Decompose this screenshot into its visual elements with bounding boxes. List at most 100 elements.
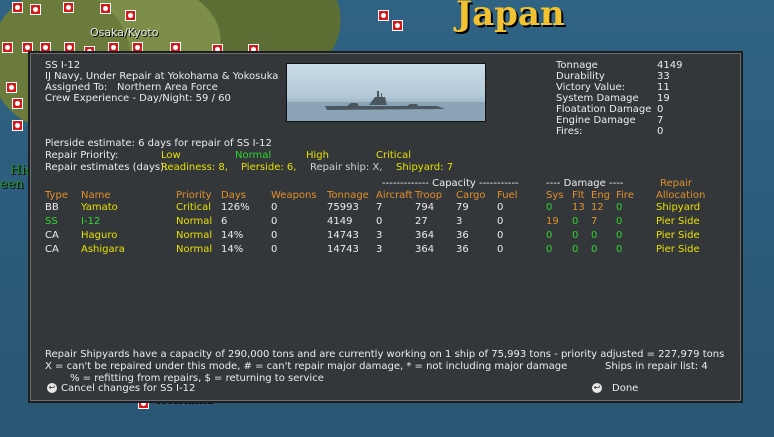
col-fuel[interactable]: Fuel — [497, 190, 517, 201]
map-text-left-2: een — [0, 177, 24, 192]
done-button[interactable]: ↩ Done — [592, 383, 638, 394]
cell-days: 14% — [221, 244, 244, 255]
crew-label: Crew Experience - Day/Night: — [45, 93, 193, 104]
assigned-value[interactable]: Northern Area Force — [117, 82, 218, 93]
cell-flt: 0 — [572, 244, 579, 255]
cell-sys: 19 — [546, 216, 559, 227]
cell-name[interactable]: I-12 — [81, 216, 100, 227]
cell-tonnage: 14743 — [327, 230, 359, 241]
col-tonnage[interactable]: Tonnage — [327, 190, 369, 201]
repair-dialog: SS I-12 IJ Navy, Under Repair at Yokoham… — [30, 53, 741, 401]
cancel-changes-button[interactable]: ↩ Cancel changes for SS I-12 — [47, 383, 195, 394]
cell-tonnage: 14743 — [327, 244, 359, 255]
map-unit-marker[interactable] — [63, 2, 74, 13]
col-fire[interactable]: Fire — [616, 190, 634, 201]
cell-eng: 7 — [591, 216, 598, 227]
cell-name[interactable]: Ashigara — [81, 244, 125, 255]
map-unit-marker[interactable] — [12, 2, 23, 13]
priority-critical-option[interactable]: Critical — [376, 150, 411, 161]
cell-sys: 0 — [546, 202, 553, 213]
col-cargo[interactable]: Cargo — [456, 190, 486, 201]
map-unit-marker[interactable] — [2, 42, 13, 53]
cell-cargo: 3 — [456, 216, 463, 227]
cell-priority[interactable]: Normal — [176, 230, 212, 241]
estimate-readiness[interactable]: Readiness: 8, — [161, 162, 228, 173]
map-unit-marker[interactable] — [392, 20, 403, 31]
stat-value: 11 — [657, 82, 670, 93]
cell-aircraft: 0 — [376, 216, 383, 227]
cell-troop: 364 — [415, 230, 435, 241]
map-unit-marker[interactable] — [108, 42, 119, 53]
map-unit-marker[interactable] — [30, 4, 41, 15]
cell-weapons: 0 — [271, 230, 278, 241]
cancel-changes-label: Cancel changes for SS I-12 — [61, 383, 196, 394]
cell-priority[interactable]: Critical — [176, 202, 211, 213]
map-unit-marker[interactable] — [132, 42, 143, 53]
estimate-shipyard[interactable]: Shipyard: 7 — [396, 162, 453, 173]
capacity-group-header: ------------- Capacity ----------- — [382, 178, 519, 189]
cell-name[interactable]: Haguro — [81, 230, 117, 241]
estimate-pierside[interactable]: Pierside: 6, — [241, 162, 296, 173]
map-unit-marker[interactable] — [6, 82, 17, 93]
map-unit-marker[interactable] — [64, 42, 75, 53]
cell-priority[interactable]: Normal — [176, 244, 212, 255]
stat-label: Fires: — [556, 126, 583, 137]
col-days[interactable]: Days — [221, 190, 246, 201]
return-arrow-icon: ↩ — [592, 383, 602, 393]
priority-low-option[interactable]: Low — [161, 150, 181, 161]
cell-type: CA — [45, 230, 59, 241]
cell-sys: 0 — [546, 230, 553, 241]
stat-label: Engine Damage — [556, 115, 636, 126]
cell-name[interactable]: Yamato — [81, 202, 118, 213]
priority-label: Repair Priority: — [45, 150, 119, 161]
stat-label: Tonnage — [556, 60, 598, 71]
col-priority[interactable]: Priority — [176, 190, 212, 201]
map-unit-marker[interactable] — [22, 42, 33, 53]
repair-group-header: Repair — [660, 178, 693, 189]
cell-tonnage: 75993 — [327, 202, 359, 213]
cell-troop: 364 — [415, 244, 435, 255]
col-troop[interactable]: Troop — [415, 190, 442, 201]
priority-normal-option[interactable]: Normal — [235, 150, 271, 161]
col-weapons[interactable]: Weapons — [271, 190, 317, 201]
cell-days: 126% — [221, 202, 250, 213]
map-unit-marker[interactable] — [170, 42, 181, 53]
cell-fuel: 0 — [497, 216, 504, 227]
map-unit-marker[interactable] — [12, 98, 23, 109]
cell-tonnage: 4149 — [327, 216, 353, 227]
map-unit-marker[interactable] — [40, 42, 51, 53]
cell-allocation[interactable]: Pier Side — [656, 244, 700, 255]
stat-label: System Damage — [556, 93, 639, 104]
col-name[interactable]: Name — [81, 190, 111, 201]
cell-type: BB — [45, 202, 59, 213]
cell-allocation[interactable]: Shipyard — [656, 202, 700, 213]
cell-allocation[interactable]: Pier Side — [656, 230, 700, 241]
cell-days: 14% — [221, 230, 244, 241]
stat-value: 0 — [657, 104, 664, 115]
done-label: Done — [612, 383, 639, 394]
cell-sys: 0 — [546, 244, 553, 255]
col-type[interactable]: Type — [45, 190, 68, 201]
cell-fuel: 0 — [497, 244, 504, 255]
cell-type: SS — [45, 216, 58, 227]
cell-allocation[interactable]: Pier Side — [656, 216, 700, 227]
cell-eng: 12 — [591, 202, 604, 213]
crew-experience: Crew Experience - Day/Night: 59 / 60 — [45, 93, 231, 104]
cell-priority[interactable]: Normal — [176, 216, 212, 227]
priority-high-option[interactable]: High — [306, 150, 329, 161]
map-unit-marker[interactable] — [100, 3, 111, 14]
return-arrow-icon: ↩ — [47, 383, 57, 393]
cell-fuel: 0 — [497, 230, 504, 241]
col-allocation[interactable]: Allocation — [656, 190, 705, 201]
stat-value: 4149 — [657, 60, 683, 71]
map-unit-marker[interactable] — [12, 120, 23, 131]
col-sys[interactable]: Sys — [546, 190, 563, 201]
col-flt[interactable]: Flt — [572, 190, 584, 201]
cell-fire: 0 — [616, 202, 623, 213]
col-aircraft[interactable]: Aircraft — [376, 190, 413, 201]
map-unit-marker[interactable] — [378, 10, 389, 21]
cell-fire: 0 — [616, 244, 623, 255]
cell-flt: 0 — [572, 230, 579, 241]
map-unit-marker[interactable] — [125, 10, 136, 21]
col-eng[interactable]: Eng — [591, 190, 610, 201]
